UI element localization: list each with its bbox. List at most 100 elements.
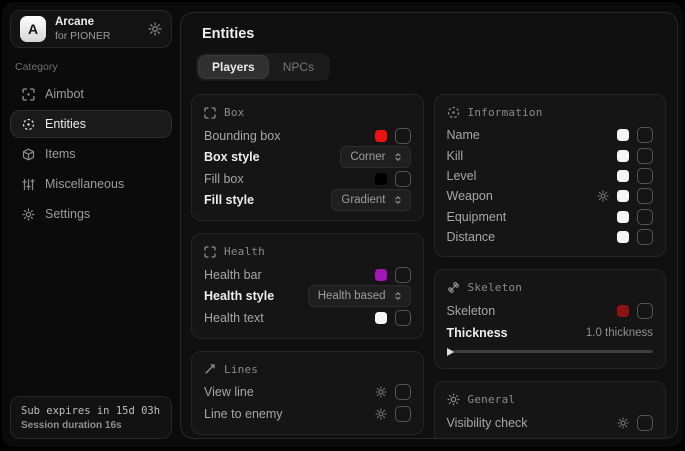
health-bar-checkbox[interactable] — [395, 267, 411, 283]
page-title: Entities — [202, 26, 666, 42]
row-thickness: Thickness 1.0 thickness — [447, 322, 654, 344]
card-title: Box — [224, 106, 244, 119]
card-title: General — [468, 393, 516, 406]
row-label: Fill style — [204, 193, 331, 207]
diagonal-line-icon — [204, 363, 216, 375]
category-label: Category — [15, 61, 167, 73]
tab-bar: Players NPCs — [196, 53, 330, 81]
row-label: Skeleton — [447, 304, 618, 318]
color-swatch[interactable] — [617, 190, 629, 202]
row-label: Line to enemy — [204, 407, 375, 421]
health-text-checkbox[interactable] — [395, 310, 411, 326]
app-name: Arcane — [55, 16, 110, 29]
health-style-select[interactable]: Health based — [308, 285, 411, 307]
row-health-bar: Health bar — [204, 264, 411, 286]
box-style-select[interactable]: Corner — [340, 146, 410, 168]
row-equipment: Equipment — [447, 207, 654, 227]
row-max-distance: Max distance 500m — [447, 434, 654, 439]
select-value: Corner — [350, 151, 385, 163]
color-swatch[interactable] — [617, 211, 629, 223]
thickness-slider[interactable] — [447, 350, 654, 353]
sidebar-item-aimbot[interactable]: Aimbot — [10, 80, 172, 108]
session-duration-text: Session duration 16s — [21, 420, 161, 431]
row-label: Thickness — [447, 326, 586, 340]
card-health-header: Health — [204, 245, 411, 258]
row-label: Health style — [204, 289, 308, 303]
row-kill: Kill — [447, 145, 654, 165]
weapon-settings-gear-icon[interactable] — [597, 190, 609, 202]
logo-letter: A — [28, 21, 38, 37]
info-radar-icon — [447, 106, 460, 119]
name-checkbox[interactable] — [637, 127, 653, 143]
sidebar-item-miscellaneous[interactable]: Miscellaneous — [10, 170, 172, 198]
card-general-header: General — [447, 393, 654, 406]
visibility-check-settings-gear-icon[interactable] — [617, 417, 629, 429]
level-checkbox[interactable] — [637, 168, 653, 184]
equipment-checkbox[interactable] — [637, 209, 653, 225]
line-to-enemy-checkbox[interactable] — [395, 406, 411, 422]
right-column: Information Name Kill — [434, 94, 667, 439]
fill-box-checkbox[interactable] — [395, 171, 411, 187]
row-fill-box: Fill box — [204, 168, 411, 190]
color-swatch[interactable] — [617, 305, 629, 317]
row-skeleton: Skeleton — [447, 300, 654, 322]
card-columns: Box Bounding box Box style Corne — [191, 94, 666, 439]
tab-players[interactable]: Players — [199, 56, 268, 78]
fill-style-select[interactable]: Gradient — [331, 189, 410, 211]
row-label: Health text — [204, 311, 375, 325]
view-line-checkbox[interactable] — [395, 384, 411, 400]
color-swatch[interactable] — [617, 150, 629, 162]
frame-corners-icon — [204, 107, 216, 119]
thickness-value: 1.0 thickness — [586, 327, 653, 339]
row-label: Level — [447, 169, 618, 183]
color-swatch[interactable] — [375, 130, 387, 142]
sidebar-item-settings[interactable]: Settings — [10, 200, 172, 228]
sidebar-item-label: Items — [45, 147, 76, 161]
color-swatch[interactable] — [617, 129, 629, 141]
tab-npcs[interactable]: NPCs — [270, 56, 327, 78]
visibility-check-checkbox[interactable] — [637, 415, 653, 431]
slider-thumb[interactable] — [447, 348, 454, 356]
brand-text: Arcane for PIONER — [55, 16, 110, 41]
app-subtitle: for PIONER — [55, 30, 110, 42]
color-swatch[interactable] — [375, 269, 387, 281]
color-swatch[interactable] — [375, 312, 387, 324]
sidebar-item-items[interactable]: Items — [10, 140, 172, 168]
line-to-enemy-settings-gear-icon[interactable] — [375, 408, 387, 420]
sidebar-item-entities[interactable]: Entities — [10, 110, 172, 138]
card-lines: Lines View line Line to enemy — [191, 351, 424, 435]
color-swatch[interactable] — [375, 173, 387, 185]
unfold-icon — [393, 152, 403, 162]
select-value: Health based — [318, 290, 386, 302]
sidebar-nav: Aimbot Entities Items Miscellaneous — [10, 80, 172, 228]
card-title: Skeleton — [468, 281, 523, 294]
distance-checkbox[interactable] — [637, 229, 653, 245]
entities-radar-icon — [21, 118, 35, 131]
row-name: Name — [447, 125, 654, 145]
main-panel: Entities Players NPCs Box Bounding box — [180, 12, 678, 439]
row-label: Bounding box — [204, 129, 375, 143]
color-swatch[interactable] — [617, 231, 629, 243]
weapon-checkbox[interactable] — [637, 188, 653, 204]
card-information-header: Information — [447, 106, 654, 119]
row-label: Fill box — [204, 172, 375, 186]
frame-corners-icon — [204, 246, 216, 258]
sun-icon — [447, 393, 460, 406]
card-title: Lines — [224, 363, 258, 376]
gear-icon — [21, 208, 35, 221]
row-label: Box style — [204, 150, 340, 164]
brand-gear-icon[interactable] — [148, 22, 162, 36]
sidebar: A Arcane for PIONER Category Aimbot — [2, 2, 180, 447]
package-icon — [21, 148, 35, 161]
color-swatch[interactable] — [617, 170, 629, 182]
row-label: Equipment — [447, 210, 618, 224]
row-label: Distance — [447, 230, 618, 244]
row-label: Kill — [447, 149, 618, 163]
skeleton-checkbox[interactable] — [637, 303, 653, 319]
sidebar-item-label: Miscellaneous — [45, 177, 124, 191]
sliders-icon — [21, 178, 35, 191]
kill-checkbox[interactable] — [637, 148, 653, 164]
bone-icon — [447, 281, 460, 294]
bounding-box-checkbox[interactable] — [395, 128, 411, 144]
view-line-settings-gear-icon[interactable] — [375, 386, 387, 398]
